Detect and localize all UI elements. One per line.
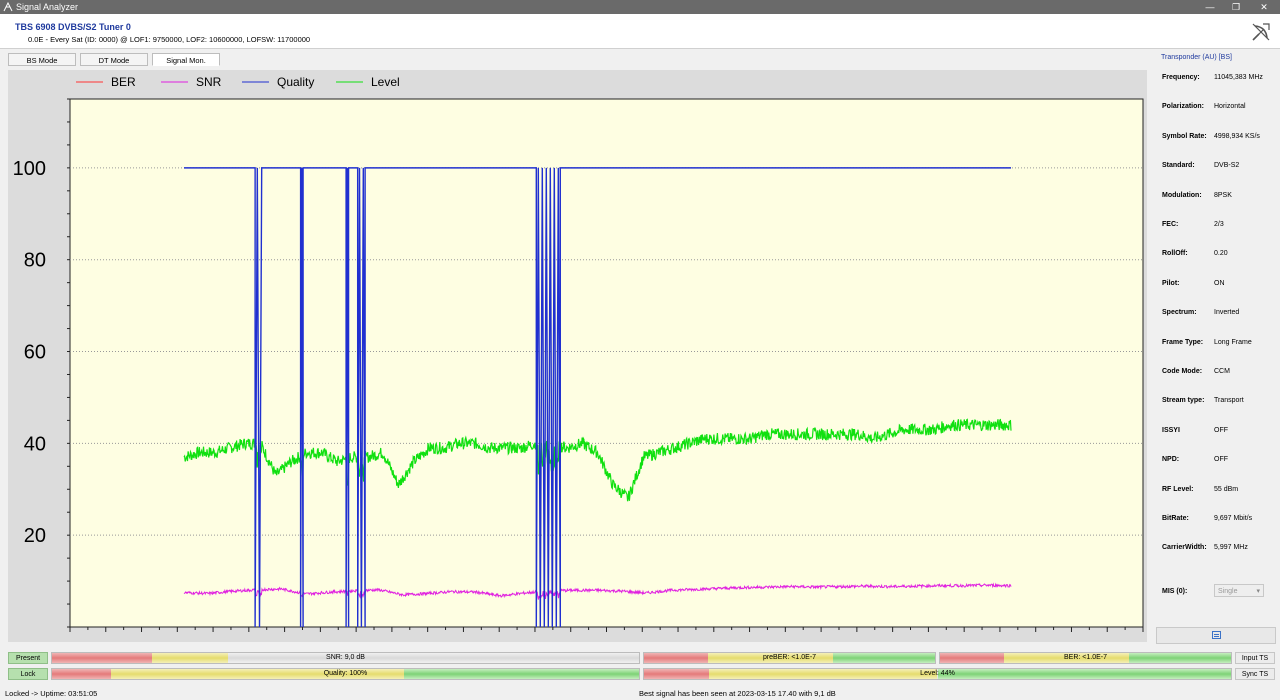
- transponder-value: 55 dBm: [1214, 485, 1239, 493]
- legend-label: Quality: [277, 75, 314, 89]
- transponder-label: NPD:: [1162, 456, 1180, 464]
- transponder-label: Code Mode:: [1162, 368, 1203, 375]
- ber-text: BER: <1.0E-7: [1064, 654, 1107, 661]
- lock-indicator: Lock: [8, 668, 48, 680]
- signal-chart-panel: 20 40 60 80 100 BER SNR Quality Level: [8, 70, 1147, 642]
- ber-gauge: BER: <1.0E-7: [939, 652, 1232, 664]
- transponder-value: Long Frame: [1214, 338, 1252, 346]
- present-indicator: Present: [8, 652, 48, 664]
- window-icon: [1212, 631, 1221, 639]
- tab-signal-monitor[interactable]: Signal Mon.: [152, 53, 220, 66]
- legend-label: BER: [111, 75, 136, 89]
- transponder-label: ISSYI: [1162, 426, 1180, 434]
- transponder-value: Inverted: [1214, 309, 1240, 317]
- level-gauge: Level: 44%: [643, 668, 1232, 680]
- close-button[interactable]: ✕: [1250, 0, 1278, 14]
- uptime-text: Locked -> Uptime: 03:51:05: [5, 689, 98, 698]
- transponder-label: Polarization:: [1162, 103, 1205, 111]
- transponder-panel: Transponder (AU) [BS] Frequency: 11045,38…: [1156, 50, 1276, 622]
- transponder-label: Modulation:: [1162, 191, 1202, 199]
- transponder-label: RF Level:: [1162, 485, 1194, 493]
- transponder-value: CCM: [1214, 368, 1230, 375]
- legend-label: Level: [371, 75, 400, 89]
- transponder-label: Pilot:: [1162, 279, 1180, 287]
- transponder-label: Standard:: [1162, 162, 1195, 170]
- mis-select[interactable]: Single ▾: [1214, 584, 1264, 597]
- transponder-value: Transport: [1214, 397, 1244, 405]
- title-bar: Signal Analyzer — ❐ ✕: [0, 0, 1280, 14]
- tab-bs-mode[interactable]: BS Mode: [8, 53, 76, 66]
- satellite-dish-icon: [1252, 23, 1270, 41]
- transponder-label: RollOff:: [1162, 250, 1188, 258]
- transponder-value: 2/3: [1214, 221, 1224, 228]
- transponder-label: Symbol Rate:: [1162, 132, 1207, 140]
- device-header: TBS 6908 DVBS/S2 Tuner 0 0.0E - Every Sa…: [0, 14, 1280, 49]
- y-tick-label: 100: [13, 158, 46, 180]
- y-tick-label: 40: [24, 433, 46, 455]
- transponder-value: 4998,934 KS/s: [1214, 132, 1260, 140]
- y-tick-label: 80: [24, 250, 46, 272]
- transponder-label: BitRate:: [1162, 515, 1189, 522]
- satellite-info: 0.0E - Every Sat (ID: 0000) @ LOF1: 9750…: [28, 35, 311, 44]
- transponder-value: 0.20: [1214, 250, 1228, 258]
- transponder-title: Transponder (AU) [BS]: [1161, 54, 1232, 61]
- status-bar: Locked -> Uptime: 03:51:05 Best signal h…: [0, 686, 1280, 700]
- panel-toggle-button[interactable]: [1156, 627, 1276, 644]
- transponder-value: DVB-S2: [1214, 162, 1240, 170]
- window-title: Signal Analyzer: [16, 2, 79, 12]
- mis-label: MIS (0):: [1162, 588, 1188, 595]
- transponder-value: 8PSK: [1214, 191, 1232, 199]
- transponder-value: ON: [1214, 279, 1225, 287]
- signal-chart: 20 40 60 80 100 BER SNR Quality Level: [13, 75, 1144, 632]
- legend-label: SNR: [196, 75, 222, 89]
- transponder-value: OFF: [1214, 456, 1228, 464]
- sync-ts-indicator: Sync TS: [1235, 668, 1275, 680]
- quality-text: Quality: 100%: [323, 670, 368, 677]
- chevron-down-icon: ▾: [1256, 588, 1260, 595]
- minimize-button[interactable]: —: [1196, 0, 1224, 14]
- y-tick-label: 20: [24, 525, 46, 547]
- transponder-label: Frequency:: [1162, 74, 1200, 81]
- transponder-label: CarrierWidth:: [1162, 544, 1207, 552]
- app-icon: [3, 2, 13, 12]
- plot-area: [69, 98, 1144, 628]
- transponder-value: 5,997 MHz: [1214, 544, 1248, 552]
- device-name: TBS 6908 DVBS/S2 Tuner 0: [15, 22, 131, 32]
- transponder-label: FEC:: [1162, 221, 1179, 228]
- y-tick-label: 60: [24, 342, 46, 364]
- level-text: Level: 44%: [920, 670, 955, 677]
- maximize-button[interactable]: ❐: [1222, 0, 1250, 14]
- transponder-label: Stream type:: [1162, 397, 1205, 405]
- transponder-value: 11045,383 MHz: [1214, 74, 1263, 81]
- transponder-label: Frame Type:: [1162, 338, 1204, 346]
- preber-text: preBER: <1.0E-7: [762, 654, 817, 661]
- transponder-value: Horizontal: [1214, 103, 1246, 111]
- input-ts-indicator: Input TS: [1235, 652, 1275, 664]
- mis-value: Single: [1218, 588, 1238, 595]
- tab-dt-mode[interactable]: DT Mode: [80, 53, 148, 66]
- preber-gauge: preBER: <1.0E-7: [643, 652, 936, 664]
- transponder-value: 9,697 Mbit/s: [1214, 515, 1253, 522]
- quality-gauge: Quality: 100%: [51, 668, 640, 680]
- snr-text: SNR: 9,0 dB: [326, 654, 365, 661]
- transponder-label: Spectrum:: [1162, 309, 1197, 317]
- best-signal-text: Best signal has been seen at 2023-03-15 …: [639, 689, 836, 698]
- transponder-value: OFF: [1214, 426, 1228, 434]
- snr-gauge: SNR: 9,0 dB: [51, 652, 640, 664]
